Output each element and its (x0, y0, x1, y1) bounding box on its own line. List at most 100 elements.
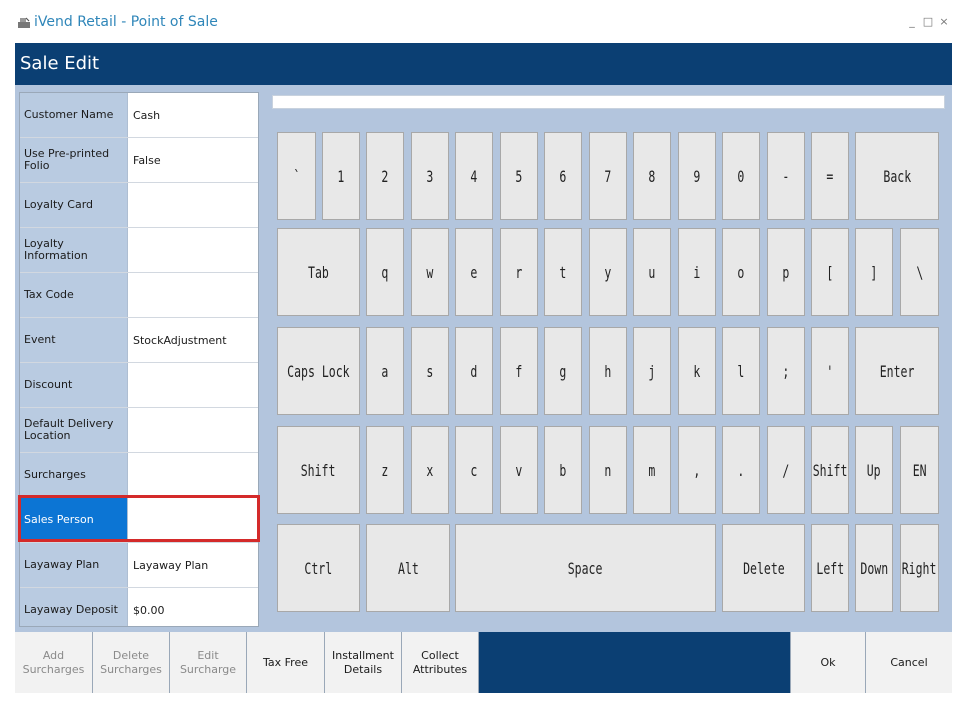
key-1-10[interactable]: p (767, 228, 805, 316)
key-2-3[interactable]: d (455, 327, 493, 415)
tax-free-button[interactable]: Tax Free (247, 632, 325, 693)
key-4-3[interactable]: Delete (722, 524, 805, 612)
key-4-5[interactable]: Down (855, 524, 893, 612)
delete-surcharges-button[interactable]: Delete Surcharges (93, 632, 170, 693)
key-4-1[interactable]: Alt (366, 524, 450, 612)
key-1-6[interactable]: y (589, 228, 627, 316)
installment-details-button[interactable]: Installment Details (325, 632, 402, 693)
property-value[interactable] (129, 228, 258, 272)
key-1-1[interactable]: q (366, 228, 404, 316)
maximize-button[interactable]: □ (921, 15, 935, 29)
key-2-4[interactable]: f (500, 327, 538, 415)
key-1-5[interactable]: t (544, 228, 582, 316)
key-label: e (470, 262, 478, 282)
key-1-8[interactable]: i (678, 228, 716, 316)
property-row[interactable]: Discount (20, 363, 258, 408)
key-1-12[interactable]: ] (855, 228, 893, 316)
key-2-9[interactable]: l (722, 327, 760, 415)
key-0-2[interactable]: 2 (366, 132, 404, 220)
ok-button[interactable]: Ok (790, 632, 866, 693)
key-3-10[interactable]: / (767, 426, 805, 514)
key-3-9[interactable]: . (722, 426, 760, 514)
property-value[interactable]: StockAdjustment (129, 318, 258, 362)
minimize-button[interactable]: _ (905, 15, 919, 29)
key-4-0[interactable]: Ctrl (277, 524, 360, 612)
property-value[interactable]: False (129, 138, 258, 182)
key-0-13[interactable]: Back (855, 132, 939, 220)
key-3-7[interactable]: m (633, 426, 671, 514)
key-0-6[interactable]: 6 (544, 132, 582, 220)
key-0-8[interactable]: 8 (633, 132, 671, 220)
key-2-0[interactable]: Caps Lock (277, 327, 360, 415)
property-value[interactable] (129, 273, 258, 317)
key-1-13[interactable]: \ (900, 228, 939, 316)
property-value[interactable] (129, 498, 258, 542)
key-0-11[interactable]: - (767, 132, 805, 220)
key-2-1[interactable]: a (366, 327, 404, 415)
key-3-2[interactable]: x (411, 426, 449, 514)
property-value[interactable] (129, 453, 258, 497)
property-row[interactable]: Default Delivery Location (20, 408, 258, 453)
key-0-0[interactable]: ` (277, 132, 316, 220)
add-surcharges-button[interactable]: Add Surcharges (15, 632, 93, 693)
key-4-4[interactable]: Left (811, 524, 849, 612)
key-3-5[interactable]: b (544, 426, 582, 514)
property-row[interactable]: Customer Name Cash (20, 93, 258, 138)
key-1-11[interactable]: [ (811, 228, 849, 316)
property-row[interactable]: Sales Person (20, 498, 258, 543)
key-2-12[interactable]: Enter (855, 327, 939, 415)
key-0-4[interactable]: 4 (455, 132, 493, 220)
property-value[interactable]: Cash (129, 93, 258, 137)
key-4-6[interactable]: Right (900, 524, 939, 612)
property-value[interactable] (129, 408, 258, 452)
property-row[interactable]: Surcharges (20, 453, 258, 498)
key-0-1[interactable]: 1 (322, 132, 360, 220)
key-3-0[interactable]: Shift (277, 426, 360, 514)
key-3-8[interactable]: , (678, 426, 716, 514)
property-value[interactable] (129, 363, 258, 407)
key-2-11[interactable]: ' (811, 327, 849, 415)
key-0-7[interactable]: 7 (589, 132, 627, 220)
key-3-6[interactable]: n (589, 426, 627, 514)
key-2-7[interactable]: j (633, 327, 671, 415)
property-value[interactable]: Layaway Plan (129, 543, 258, 587)
key-0-12[interactable]: = (811, 132, 849, 220)
key-0-10[interactable]: 0 (722, 132, 760, 220)
collect-attributes-button[interactable]: Collect Attributes (402, 632, 479, 693)
cancel-button[interactable]: Cancel (866, 632, 952, 693)
property-row[interactable]: Tax Code (20, 273, 258, 318)
key-4-2[interactable]: Space (455, 524, 716, 612)
key-1-3[interactable]: e (455, 228, 493, 316)
key-0-9[interactable]: 9 (678, 132, 716, 220)
property-value[interactable] (129, 183, 258, 227)
key-2-5[interactable]: g (544, 327, 582, 415)
key-1-2[interactable]: w (411, 228, 449, 316)
key-3-13[interactable]: EN (900, 426, 939, 514)
property-value[interactable]: $0.00 (129, 588, 258, 626)
close-button[interactable]: × (937, 15, 951, 29)
key-0-3[interactable]: 3 (411, 132, 449, 220)
key-2-2[interactable]: s (411, 327, 449, 415)
key-3-3[interactable]: c (455, 426, 493, 514)
key-2-10[interactable]: ; (767, 327, 805, 415)
key-3-11[interactable]: Shift (811, 426, 849, 514)
key-3-4[interactable]: v (500, 426, 538, 514)
key-1-0[interactable]: Tab (277, 228, 360, 316)
key-1-9[interactable]: o (722, 228, 760, 316)
key-1-4[interactable]: r (500, 228, 538, 316)
edit-surcharge-button[interactable]: Edit Surcharge (170, 632, 247, 693)
key-3-1[interactable]: z (366, 426, 404, 514)
property-row[interactable]: Event StockAdjustment (20, 318, 258, 363)
property-row[interactable]: Loyalty Information (20, 228, 258, 273)
property-row[interactable]: Layaway Plan Layaway Plan (20, 543, 258, 588)
key-2-6[interactable]: h (589, 327, 627, 415)
key-3-12[interactable]: Up (855, 426, 893, 514)
key-0-5[interactable]: 5 (500, 132, 538, 220)
window-title: iVend Retail - Point of Sale (34, 14, 218, 30)
property-row[interactable]: Loyalty Card (20, 183, 258, 228)
key-1-7[interactable]: u (633, 228, 671, 316)
property-row[interactable]: Use Pre-printed Folio False (20, 138, 258, 183)
keyboard-input[interactable] (272, 95, 945, 109)
key-2-8[interactable]: k (678, 327, 716, 415)
property-row[interactable]: Layaway Deposit $0.00 (20, 588, 258, 626)
